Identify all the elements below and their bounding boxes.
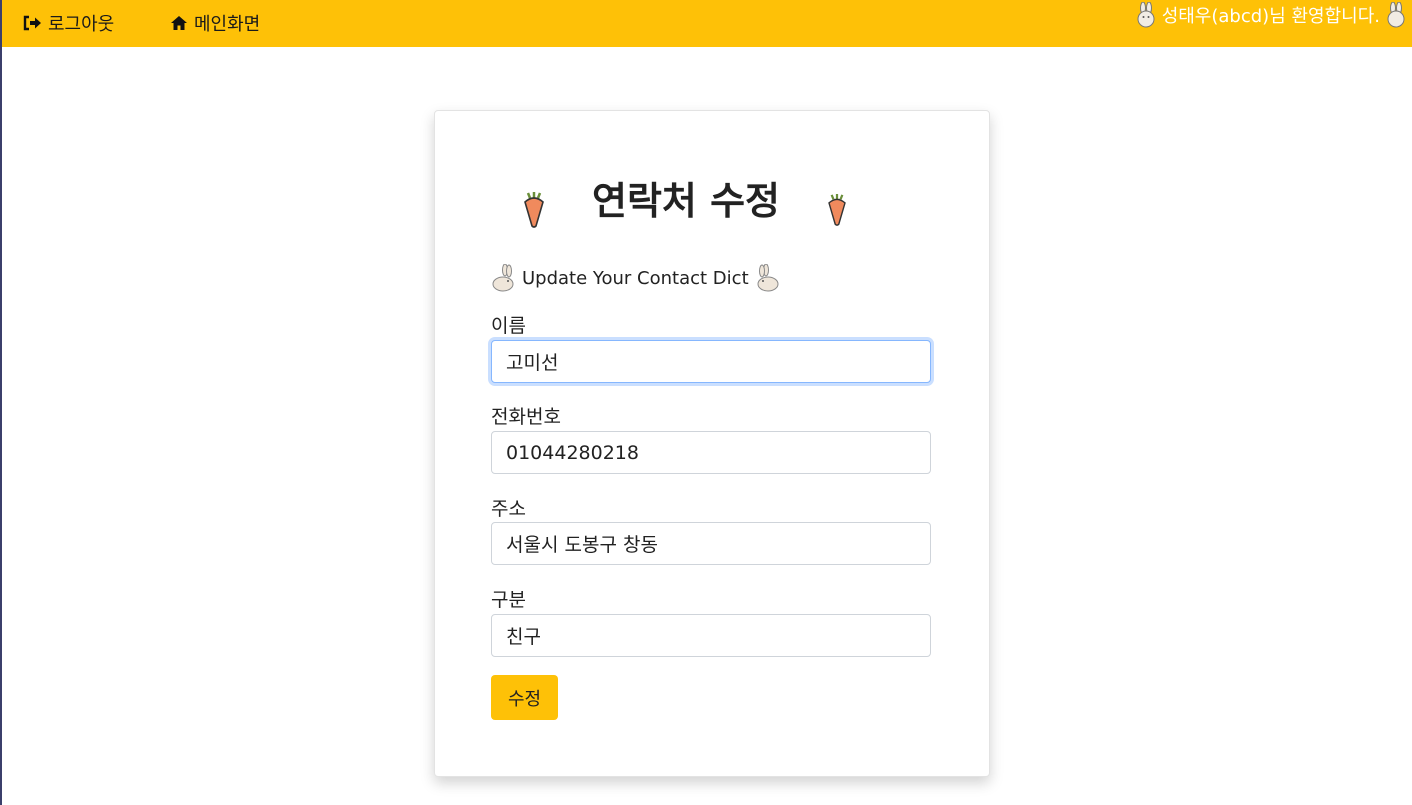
page-title: 연락처 수정 bbox=[591, 179, 781, 223]
top-navbar: 로그아웃 메인화면 성태우(abcd)님 환영합니다. bbox=[2, 0, 1412, 47]
rabbit-icon bbox=[492, 264, 514, 292]
home-link[interactable]: 메인화면 bbox=[170, 10, 260, 36]
welcome-message: 성태우(abcd)님 환영합니다. bbox=[1130, 2, 1412, 28]
address-label: 주소 bbox=[491, 498, 526, 520]
phone-label: 전화번호 bbox=[491, 406, 561, 428]
card-header: 연락처 수정 bbox=[434, 178, 988, 238]
logout-link[interactable]: 로그아웃 bbox=[22, 10, 114, 36]
welcome-text: 성태우(abcd)님 환영합니다. bbox=[1161, 6, 1380, 27]
window-left-border bbox=[0, 0, 2, 805]
subtitle-text: Update Your Contact Dict bbox=[522, 267, 749, 289]
home-icon bbox=[171, 16, 187, 30]
name-input[interactable] bbox=[491, 340, 931, 383]
rabbit-icon bbox=[1137, 2, 1155, 28]
home-label: 메인화면 bbox=[194, 14, 261, 35]
logout-label: 로그아웃 bbox=[48, 14, 115, 35]
sign-out-icon bbox=[23, 15, 41, 31]
card-subtitle: Update Your Contact Dict bbox=[490, 264, 781, 292]
address-input[interactable] bbox=[491, 522, 931, 565]
rabbit-icon bbox=[757, 264, 779, 292]
category-input[interactable] bbox=[491, 614, 931, 657]
category-label: 구분 bbox=[491, 589, 526, 611]
update-button[interactable]: 수정 bbox=[491, 675, 558, 720]
carrot-icon bbox=[828, 194, 846, 226]
name-label: 이름 bbox=[491, 315, 526, 337]
phone-input[interactable] bbox=[491, 431, 931, 474]
rabbit-icon bbox=[1387, 2, 1405, 28]
